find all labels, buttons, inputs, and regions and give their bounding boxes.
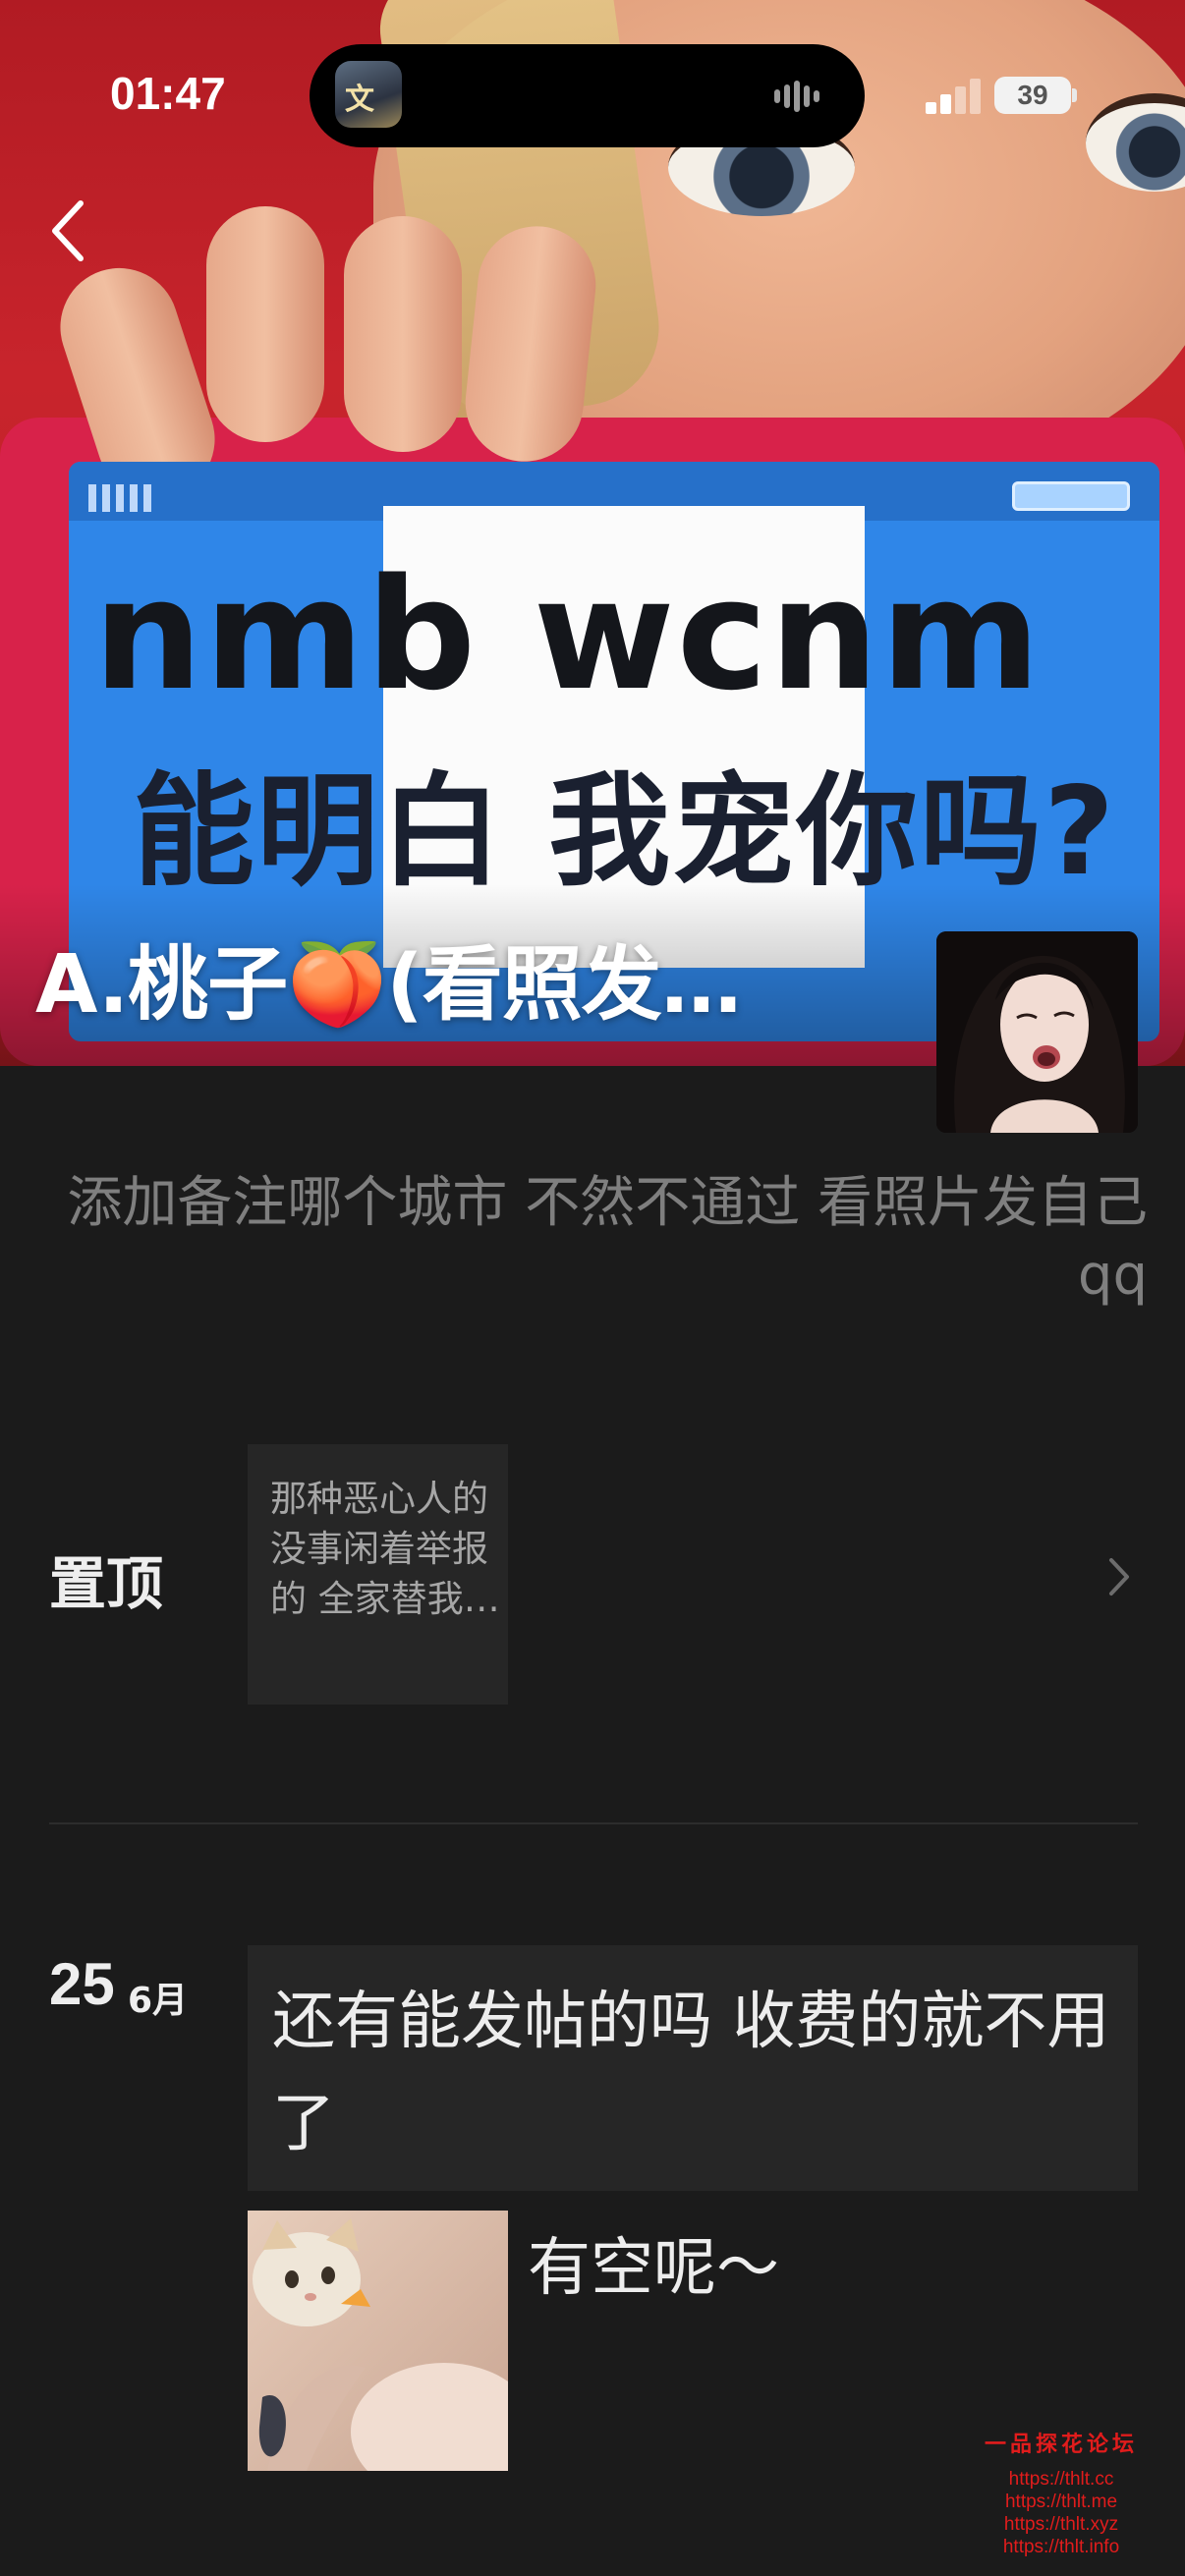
- battery-icon: 39: [994, 77, 1071, 114]
- pinned-post-text: 那种恶心人的 没事闲着举报的 全家替我…: [270, 1478, 500, 1620]
- forum-watermark: 一品探花论坛 https://thlt.cc https://thlt.me h…: [963, 2427, 1159, 2558]
- post-image-caption: 有空呢～: [528, 2232, 779, 2305]
- watermark-title: 一品探花论坛: [984, 2432, 1138, 2457]
- chevron-right-icon: [1109, 1558, 1129, 1596]
- profile-signature: 添加备注哪个城市 不然不通过 看照片发自己qq: [67, 1171, 1148, 1308]
- cellular-signal-icon: [926, 79, 983, 114]
- cover-text-line1: nmb wcnm: [93, 545, 1043, 724]
- cover-image[interactable]: nmb wcnm 能明白 我宠你吗?: [0, 0, 1185, 1066]
- profile-name: A.桃子🍑(看照发…: [35, 938, 742, 1032]
- watermark-link: https://thlt.info: [1002, 2537, 1120, 2557]
- avatar[interactable]: [936, 931, 1138, 1133]
- cover-fingers: [44, 206, 668, 514]
- section-divider: [49, 1822, 1138, 1824]
- status-time: 01:47: [110, 68, 226, 119]
- post-image: [248, 2211, 508, 2471]
- post-image-thumbnail[interactable]: [248, 2211, 508, 2471]
- cover-signal-icon: [88, 484, 157, 512]
- post-date-month: 6月: [128, 1981, 189, 2021]
- battery-nub: [1072, 88, 1077, 102]
- island-app-icon[interactable]: 文: [335, 61, 402, 128]
- watermark-link: https://thlt.me: [1004, 2492, 1118, 2512]
- pinned-label: 置顶: [49, 1550, 164, 1617]
- profile-page: nmb wcnm 能明白 我宠你吗? 01:47 文 39 A.桃子🍑(看照发…: [0, 0, 1185, 2576]
- audio-wave-icon: [774, 81, 833, 114]
- cover-battery-icon: [1012, 481, 1130, 511]
- post-date-day: 25: [49, 1951, 115, 2017]
- cover-text-line2: 能明白 我宠你吗?: [133, 761, 1117, 903]
- pinned-chevron-button[interactable]: [1105, 1554, 1133, 1599]
- watermark-link: https://thlt.cc: [1008, 2469, 1114, 2490]
- post-text: 还有能发帖的吗 收费的就不用了: [272, 1986, 1110, 2160]
- avatar-portrait: [936, 931, 1138, 1133]
- watermark-link: https://thlt.xyz: [1003, 2514, 1119, 2535]
- back-button[interactable]: [39, 192, 98, 270]
- chevron-left-icon: [52, 200, 84, 261]
